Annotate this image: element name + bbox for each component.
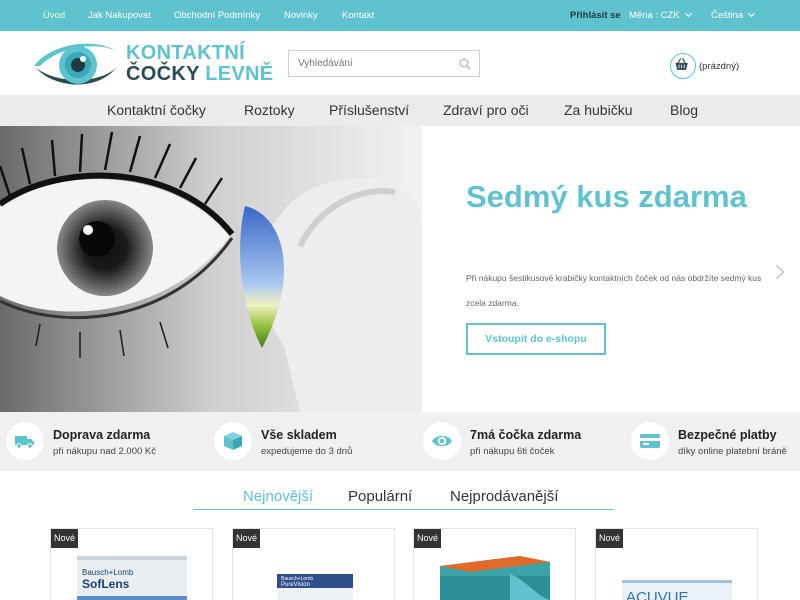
cart-button[interactable] xyxy=(670,53,696,79)
feature-title: 7má čočka zdarma xyxy=(470,428,582,442)
eye-icon xyxy=(423,422,461,460)
new-badge: Nové xyxy=(51,529,78,548)
language-select[interactable]: Čeština xyxy=(711,9,756,21)
product-tabs: Nejnovější Populární Nejprodávanější xyxy=(193,486,614,510)
product-brand: Bausch+Lomb xyxy=(82,568,134,577)
nav-za-hubicku[interactable]: Za hubičku xyxy=(564,102,632,118)
toplink-uvod[interactable]: Úvod xyxy=(43,10,65,21)
product-card[interactable]: Nové Bausch+Lomb PureVision xyxy=(232,528,395,600)
top-bar: Úvod Jak Nakupovat Obchodní Podmínky Nov… xyxy=(0,0,800,31)
tab-nejprodavanejsi[interactable]: Nejprodávanější xyxy=(450,488,558,505)
enter-shop-button[interactable]: Vstoupit do e-shopu xyxy=(466,323,606,355)
product-name: SofLens xyxy=(82,577,130,591)
product-card[interactable]: Nové ACUVUE xyxy=(595,528,758,600)
cart-label[interactable]: (prázdný) xyxy=(699,61,739,72)
truck-icon xyxy=(6,422,44,460)
product-image: ACUVUE xyxy=(622,580,732,600)
feature-subtitle: díky online platební bráně xyxy=(678,446,787,457)
toplink-obchodni-podminky[interactable]: Obchodní Podmínky xyxy=(174,10,260,21)
new-badge: Nové xyxy=(233,529,260,548)
chevron-down-icon xyxy=(748,9,756,18)
new-badge: Nové xyxy=(414,529,441,548)
product-image: Bausch+Lomb PureVision xyxy=(277,574,353,600)
search-input[interactable] xyxy=(289,51,449,76)
hero-eye-image xyxy=(0,126,422,412)
chevron-down-icon xyxy=(684,9,692,18)
nav-prislusenstvi[interactable]: Příslušenství xyxy=(329,102,409,118)
login-link[interactable]: Přihlásit se xyxy=(570,10,621,21)
features-bar: Doprava zdarma při nákupu nad 2.000 Kč V… xyxy=(0,412,800,471)
toplink-jak-nakupovat[interactable]: Jak Nakupovat xyxy=(88,10,151,21)
hero-title: Sedmý kus zdarma xyxy=(466,179,747,214)
toplink-novinky[interactable]: Novinky xyxy=(284,10,318,21)
nav-kontaktni-cocky[interactable]: Kontaktní čočky xyxy=(107,102,206,118)
feature-title: Doprava zdarma xyxy=(53,428,151,442)
chevron-right-icon[interactable] xyxy=(769,264,785,280)
hero-text: Při nákupu šestikusové krabičky kontaktn… xyxy=(466,273,762,308)
hero-slider: Sedmý kus zdarma Při nákupu šestikusové … xyxy=(0,126,800,412)
search-box xyxy=(288,50,480,77)
product-card[interactable]: Nové Bausch+Lomb SofLens xyxy=(50,528,213,600)
currency-select[interactable]: Měna : CZK xyxy=(629,9,692,21)
logo-text[interactable]: KONTAKTNÍ ČOČKY LEVNĚ xyxy=(126,43,273,85)
box-icon xyxy=(214,422,252,460)
eye-logo-icon[interactable] xyxy=(32,38,122,90)
basket-icon xyxy=(675,58,688,70)
toplink-kontakt[interactable]: Kontakt xyxy=(342,10,374,21)
logo-line-1: KONTAKTNÍ xyxy=(126,42,245,64)
feature-title: Vše skladem xyxy=(261,428,337,442)
header: KONTAKTNÍ ČOČKY LEVNĚ (prázdný) xyxy=(0,31,800,95)
feature-subtitle: při nákupu nad 2.000 Kč xyxy=(53,446,156,457)
logo-line-2a: ČOČKY xyxy=(126,63,200,85)
product-image xyxy=(440,556,550,600)
feature-title: Bezpečné platby xyxy=(678,428,777,442)
language-label: Čeština xyxy=(711,10,744,21)
product-name: ACUVUE xyxy=(626,589,689,600)
main-nav: Kontaktní čočky Roztoky Příslušenství Zd… xyxy=(0,95,800,126)
nav-zdravi-pro-oci[interactable]: Zdraví pro oči xyxy=(443,102,529,118)
feature-subtitle: při nákupu 6ti čoček xyxy=(470,446,555,457)
nav-blog[interactable]: Blog xyxy=(670,102,698,118)
product-name: PureVision xyxy=(281,582,310,588)
feature-subtitle: expedujeme do 3 dnů xyxy=(261,446,353,457)
tab-popularni[interactable]: Populární xyxy=(348,488,412,505)
search-icon[interactable] xyxy=(459,58,471,70)
tab-nejnovejsi[interactable]: Nejnovější xyxy=(243,488,313,505)
logo-line-2b: LEVNĚ xyxy=(205,63,274,85)
new-badge: Nové xyxy=(596,529,623,548)
product-image: Bausch+Lomb SofLens xyxy=(77,556,187,600)
card-icon xyxy=(631,422,669,460)
nav-roztoky[interactable]: Roztoky xyxy=(244,102,295,118)
currency-label: Měna : CZK xyxy=(629,10,680,21)
product-card[interactable]: Nové xyxy=(413,528,576,600)
